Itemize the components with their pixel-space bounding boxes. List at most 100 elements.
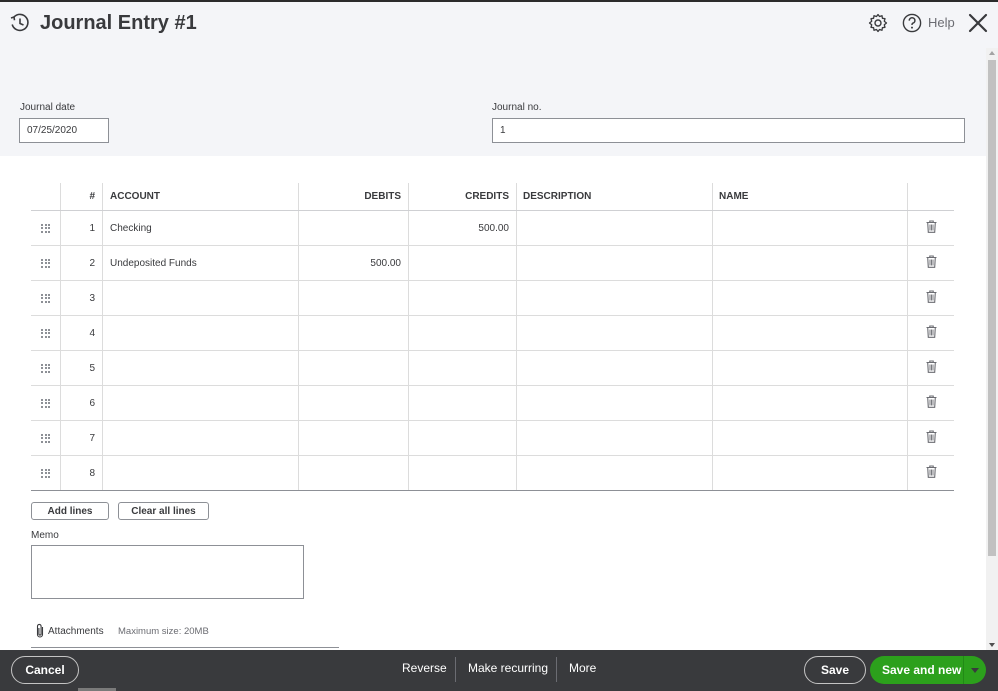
debits-cell[interactable]: 500.00: [299, 246, 409, 280]
scroll-down-arrow-icon[interactable]: [989, 643, 995, 647]
save-button[interactable]: Save: [804, 656, 866, 684]
table-row[interactable]: 6: [31, 386, 954, 421]
name-cell[interactable]: [713, 351, 908, 385]
drag-cell[interactable]: [31, 351, 61, 385]
description-cell[interactable]: [517, 386, 713, 420]
description-cell[interactable]: [517, 316, 713, 350]
trash-icon[interactable]: [926, 255, 937, 271]
delete-line-cell[interactable]: [908, 281, 954, 315]
trash-icon[interactable]: [926, 465, 937, 481]
description-cell[interactable]: [517, 351, 713, 385]
account-cell[interactable]: [103, 351, 299, 385]
debits-cell[interactable]: [299, 211, 409, 245]
drag-cell[interactable]: [31, 386, 61, 420]
name-cell[interactable]: [713, 211, 908, 245]
drag-cell[interactable]: [31, 281, 61, 315]
delete-line-cell[interactable]: [908, 421, 954, 455]
delete-line-cell[interactable]: [908, 351, 954, 385]
scroll-thumb[interactable]: [988, 60, 996, 556]
account-cell[interactable]: [103, 316, 299, 350]
debits-cell[interactable]: [299, 281, 409, 315]
drag-cell[interactable]: [31, 456, 61, 490]
journal-date-input[interactable]: 07/25/2020: [19, 118, 109, 143]
drag-handle-icon[interactable]: [41, 363, 50, 373]
table-row[interactable]: 5: [31, 351, 954, 386]
credits-cell[interactable]: [409, 246, 517, 280]
make-recurring-button[interactable]: Make recurring: [468, 661, 548, 675]
name-cell[interactable]: [713, 386, 908, 420]
name-cell[interactable]: [713, 246, 908, 280]
save-and-new-button[interactable]: Save and new: [870, 663, 963, 677]
account-cell[interactable]: [103, 456, 299, 490]
debits-cell[interactable]: [299, 386, 409, 420]
drag-handle-icon[interactable]: [41, 328, 50, 338]
name-cell[interactable]: [713, 316, 908, 350]
account-cell[interactable]: [103, 281, 299, 315]
trash-icon[interactable]: [926, 220, 937, 236]
memo-textarea[interactable]: [31, 545, 304, 599]
delete-line-cell[interactable]: [908, 211, 954, 245]
add-lines-button[interactable]: Add lines: [31, 502, 109, 520]
drag-cell[interactable]: [31, 421, 61, 455]
table-row[interactable]: 8: [31, 456, 954, 491]
drag-handle-icon[interactable]: [41, 433, 50, 443]
clear-all-lines-button[interactable]: Clear all lines: [118, 502, 209, 520]
description-cell[interactable]: [517, 281, 713, 315]
close-icon[interactable]: [968, 13, 988, 33]
table-row[interactable]: 1 Checking 500.00: [31, 211, 954, 246]
table-row[interactable]: 3: [31, 281, 954, 316]
drag-handle-icon[interactable]: [41, 293, 50, 303]
table-row[interactable]: 2 Undeposited Funds 500.00: [31, 246, 954, 281]
drag-cell[interactable]: [31, 246, 61, 280]
delete-line-cell[interactable]: [908, 316, 954, 350]
delete-line-cell[interactable]: [908, 456, 954, 490]
vertical-scrollbar[interactable]: [986, 48, 998, 650]
credits-cell[interactable]: [409, 351, 517, 385]
table-row[interactable]: 4: [31, 316, 954, 351]
scroll-up-arrow-icon[interactable]: [989, 51, 995, 55]
credits-cell[interactable]: [409, 316, 517, 350]
name-cell[interactable]: [713, 456, 908, 490]
trash-icon[interactable]: [926, 395, 937, 411]
debits-cell[interactable]: [299, 456, 409, 490]
name-cell[interactable]: [713, 421, 908, 455]
cancel-button[interactable]: Cancel: [11, 656, 79, 684]
credits-cell[interactable]: [409, 456, 517, 490]
debits-cell[interactable]: [299, 351, 409, 385]
delete-line-cell[interactable]: [908, 386, 954, 420]
debits-cell[interactable]: [299, 421, 409, 455]
save-and-new-split-button[interactable]: Save and new: [870, 656, 986, 684]
description-cell[interactable]: [517, 246, 713, 280]
drag-handle-icon[interactable]: [41, 223, 50, 233]
journal-no-input[interactable]: 1: [492, 118, 965, 143]
history-icon[interactable]: [9, 12, 31, 34]
drag-cell[interactable]: [31, 316, 61, 350]
more-button[interactable]: More: [569, 661, 596, 675]
caret-down-icon[interactable]: [971, 667, 979, 673]
delete-line-cell[interactable]: [908, 246, 954, 280]
trash-icon[interactable]: [926, 430, 937, 446]
drag-handle-icon[interactable]: [41, 398, 50, 408]
help-icon[interactable]: [902, 13, 922, 33]
name-cell[interactable]: [713, 281, 908, 315]
trash-icon[interactable]: [926, 290, 937, 306]
credits-cell[interactable]: 500.00: [409, 211, 517, 245]
debits-cell[interactable]: [299, 316, 409, 350]
description-cell[interactable]: [517, 421, 713, 455]
credits-cell[interactable]: [409, 281, 517, 315]
description-cell[interactable]: [517, 211, 713, 245]
table-row[interactable]: 7: [31, 421, 954, 456]
credits-cell[interactable]: [409, 386, 517, 420]
credits-cell[interactable]: [409, 421, 517, 455]
drag-cell[interactable]: [31, 211, 61, 245]
trash-icon[interactable]: [926, 325, 937, 341]
description-cell[interactable]: [517, 456, 713, 490]
account-cell[interactable]: Undeposited Funds: [103, 246, 299, 280]
drag-handle-icon[interactable]: [41, 468, 50, 478]
account-cell[interactable]: [103, 386, 299, 420]
account-cell[interactable]: Checking: [103, 211, 299, 245]
account-cell[interactable]: [103, 421, 299, 455]
gear-icon[interactable]: [868, 13, 888, 33]
drag-handle-icon[interactable]: [41, 258, 50, 268]
help-link[interactable]: Help: [928, 15, 955, 30]
